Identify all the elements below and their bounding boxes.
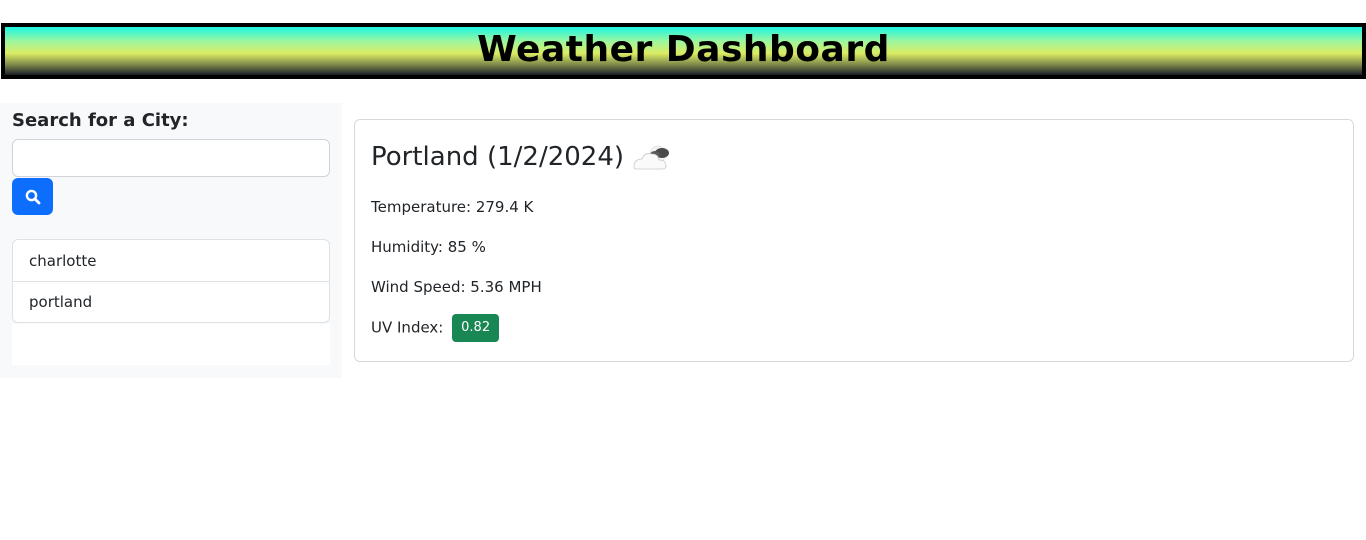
current-weather-card: Portland (1/2/2024) Temperature: 279.4 K… bbox=[354, 119, 1354, 362]
history-empty-slot bbox=[12, 324, 330, 365]
uv-index-row: UV Index: 0.82 bbox=[371, 314, 500, 342]
search-sidebar: Search for a City: charlotte portland bbox=[0, 103, 342, 378]
search-history-list: charlotte portland bbox=[12, 239, 330, 323]
history-item-charlotte[interactable]: charlotte bbox=[13, 240, 329, 281]
page-title: Weather Dashboard bbox=[477, 29, 890, 70]
city-search-input[interactable] bbox=[12, 139, 330, 177]
city-name: Portland bbox=[371, 142, 479, 172]
search-button[interactable] bbox=[12, 178, 53, 215]
search-label: Search for a City: bbox=[12, 110, 189, 131]
current-date: (1/2/2024) bbox=[486, 142, 625, 172]
search-icon bbox=[25, 189, 40, 204]
history-item-portland[interactable]: portland bbox=[13, 281, 329, 322]
humidity-text: Humidity: 85 % bbox=[371, 238, 486, 256]
uv-index-label: UV Index: bbox=[371, 318, 444, 337]
current-weather-title: Portland (1/2/2024) bbox=[371, 142, 674, 172]
uv-index-badge: 0.82 bbox=[452, 314, 500, 342]
dashboard-header: Weather Dashboard bbox=[1, 23, 1366, 79]
partly-cloudy-icon bbox=[633, 145, 670, 170]
wind-speed-text: Wind Speed: 5.36 MPH bbox=[371, 278, 542, 296]
temperature-text: Temperature: 279.4 K bbox=[371, 198, 534, 216]
